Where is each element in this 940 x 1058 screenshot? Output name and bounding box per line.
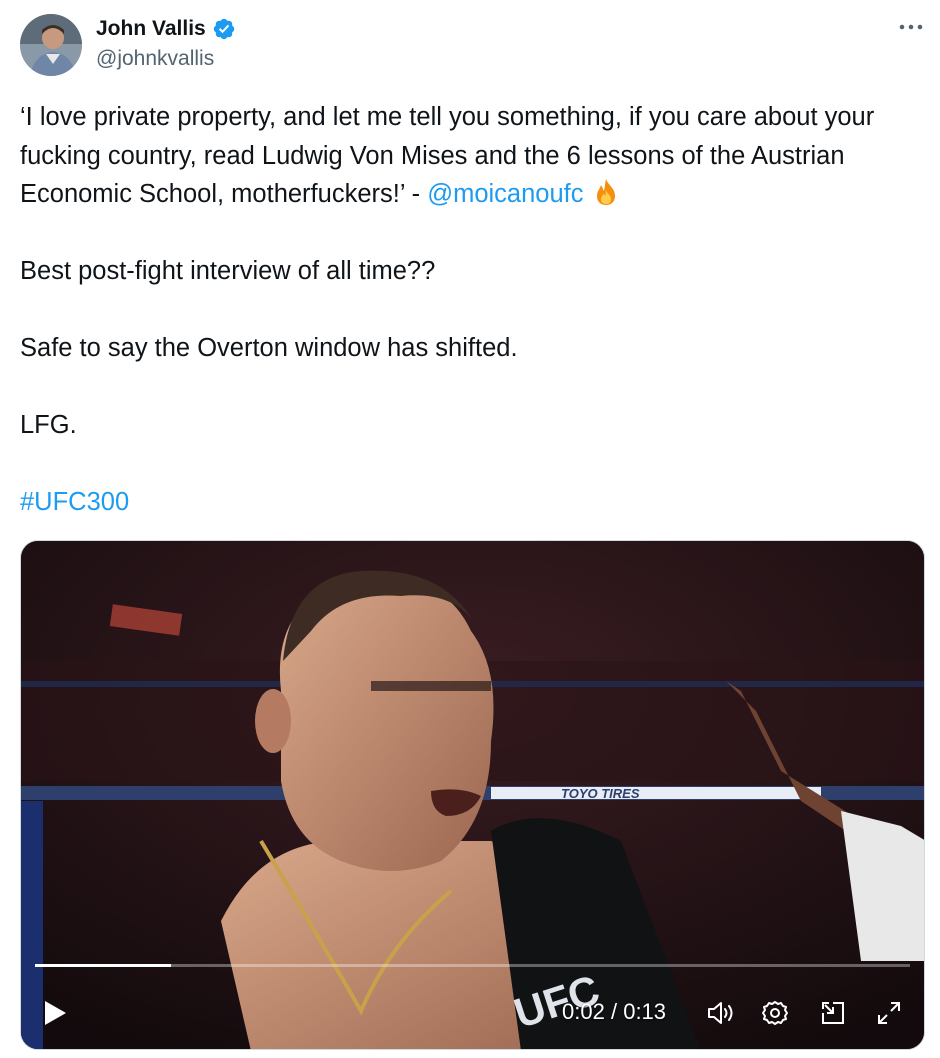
more-dots-icon bbox=[899, 24, 923, 30]
picture-in-picture-icon bbox=[822, 1002, 844, 1024]
verified-badge-icon bbox=[213, 18, 234, 40]
fullscreen-icon bbox=[878, 1002, 900, 1024]
author-name-row: John Vallis bbox=[96, 14, 236, 44]
time-separator: / bbox=[610, 999, 618, 1024]
banner-text: TOYO TIRES bbox=[561, 786, 640, 801]
current-time: 0:02 bbox=[562, 999, 605, 1024]
tweet-quote-paragraph: ‘I love private property, and let me tel… bbox=[20, 98, 920, 214]
tweet-line-4: LFG. bbox=[20, 411, 77, 439]
settings-button[interactable] bbox=[755, 995, 795, 1031]
avatar-image bbox=[20, 14, 82, 76]
video-player[interactable]: TOYO TIRES UFC 0:02 / 0:13 bbox=[20, 540, 925, 1050]
video-progress-bar[interactable] bbox=[35, 964, 910, 967]
picture-in-picture-button[interactable] bbox=[813, 995, 853, 1031]
tweet-line-2: Best post-fight interview of all time?? bbox=[20, 257, 436, 285]
mention-link[interactable]: @moicanoufc bbox=[427, 180, 583, 208]
tweet-line-3: Safe to say the Overton window has shift… bbox=[20, 334, 518, 362]
play-icon bbox=[45, 1001, 66, 1025]
volume-icon bbox=[708, 1002, 733, 1024]
video-progress-fill bbox=[35, 964, 171, 967]
video-time: 0:02 / 0:13 bbox=[562, 997, 666, 1027]
fire-icon bbox=[596, 179, 615, 205]
author-name[interactable]: John Vallis bbox=[96, 17, 206, 41]
author-handle[interactable]: @johnkvallis bbox=[96, 47, 214, 71]
play-button[interactable] bbox=[33, 995, 77, 1031]
author-avatar[interactable] bbox=[20, 14, 82, 76]
fullscreen-button[interactable] bbox=[869, 995, 909, 1031]
more-options-button[interactable] bbox=[894, 10, 928, 44]
settings-icon bbox=[762, 1001, 788, 1025]
volume-button[interactable] bbox=[701, 995, 741, 1031]
video-frame: TOYO TIRES UFC bbox=[21, 541, 924, 1049]
tweet-text: ‘I love private property, and let me tel… bbox=[20, 98, 920, 522]
hashtag-link[interactable]: #UFC300 bbox=[20, 488, 129, 516]
duration: 0:13 bbox=[623, 999, 667, 1024]
